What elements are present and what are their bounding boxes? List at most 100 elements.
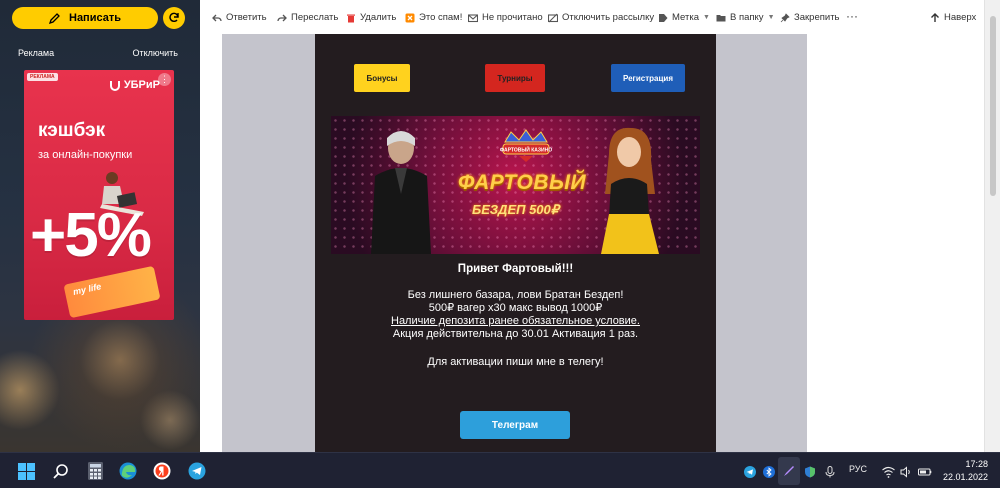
more-icon[interactable]: ⋮ bbox=[158, 73, 171, 86]
envelope-icon bbox=[468, 13, 478, 22]
reply-label: Ответить bbox=[226, 12, 267, 23]
telegram-icon bbox=[744, 466, 756, 478]
message-line: Наличие депозита ранее обязательное усло… bbox=[391, 315, 640, 327]
tray-telegram[interactable] bbox=[740, 462, 760, 482]
promo-banner[interactable]: ФАРТОВЫЙ КАЗИНО ФАРТОВЫЙ БЕЗДЕП 500₽ bbox=[331, 116, 700, 254]
message-line: Без лишнего базара, лови Братан Бездеп! bbox=[407, 289, 624, 301]
mail-toolbar: Ответить Переслать Удалить Это спам! Не … bbox=[200, 0, 984, 34]
tray-pen[interactable] bbox=[778, 457, 800, 485]
ad-subtitle: за онлайн-покупки bbox=[38, 149, 133, 161]
page-scrollbar[interactable] bbox=[984, 0, 1000, 452]
right-panel bbox=[807, 34, 984, 452]
forward-button[interactable]: Переслать bbox=[277, 12, 338, 23]
bank-logo-icon bbox=[109, 81, 120, 91]
ad-percent: +5% bbox=[30, 201, 152, 270]
card-text: my life bbox=[72, 281, 103, 297]
wifi-icon bbox=[881, 466, 895, 478]
forward-label: Переслать bbox=[291, 12, 339, 23]
ad-brand: УБРиР bbox=[109, 79, 160, 91]
banner-title: ФАРТОВЫЙ bbox=[458, 171, 587, 194]
unread-button[interactable]: Не прочитано bbox=[468, 12, 543, 23]
message-line: 500₽ вагер х30 макс вывод 1000₽ bbox=[428, 302, 603, 314]
registration-button[interactable]: Регистрация bbox=[611, 64, 685, 92]
spam-label: Это спам! bbox=[419, 12, 463, 23]
tray-battery[interactable] bbox=[915, 462, 935, 482]
unsubscribe-label: Отключить рассылку bbox=[562, 12, 655, 23]
tray-wifi[interactable] bbox=[878, 462, 898, 482]
telegram-app[interactable] bbox=[187, 461, 207, 481]
edge-icon bbox=[119, 462, 137, 480]
arrow-up-icon bbox=[931, 12, 939, 22]
windows-icon bbox=[17, 462, 35, 480]
ad-disable-link[interactable]: Отключить bbox=[133, 48, 179, 58]
microphone-icon bbox=[825, 466, 835, 478]
compose-button[interactable]: Написать bbox=[12, 7, 158, 29]
man-character-image bbox=[371, 131, 431, 254]
edge-app[interactable] bbox=[118, 461, 138, 481]
language-indicator[interactable]: РУС bbox=[849, 464, 867, 474]
spam-icon bbox=[405, 13, 415, 22]
tray-volume[interactable] bbox=[896, 462, 916, 482]
search-button[interactable] bbox=[50, 461, 70, 481]
battery-icon bbox=[918, 468, 932, 476]
compose-label: Написать bbox=[69, 12, 121, 24]
telegram-text: Для активации пиши мне в телегу! bbox=[427, 356, 604, 368]
yandex-browser-app[interactable] bbox=[152, 461, 172, 481]
calculator-app[interactable] bbox=[85, 461, 105, 481]
message-line: Акция действительна до 30.01 Активация 1… bbox=[392, 328, 639, 340]
email-body: Бонусы Турниры Регистрация ФАРТОВЫЙ КАЗИ… bbox=[315, 34, 716, 452]
email-greeting: Привет Фартовый!!! bbox=[457, 263, 574, 275]
scrollbar-thumb[interactable] bbox=[990, 16, 996, 196]
folder-icon bbox=[716, 14, 726, 21]
unread-label: Не прочитано bbox=[482, 12, 543, 23]
ad-label: Реклама bbox=[18, 48, 55, 58]
volume-icon bbox=[900, 466, 910, 478]
clock-date: 22.01.2022 bbox=[942, 472, 988, 482]
clock-time: 17:28 bbox=[965, 459, 988, 469]
windows-taskbar: РУС 17:28 22.01.2022 bbox=[0, 452, 1000, 488]
unsubscribe-button[interactable]: Отключить рассылку bbox=[548, 12, 654, 23]
tag-icon bbox=[659, 13, 668, 22]
more-button[interactable]: ··· bbox=[846, 9, 858, 23]
spam-button[interactable]: Это спам! bbox=[405, 12, 462, 23]
scroll-up-button[interactable]: Наверх bbox=[930, 12, 976, 23]
refresh-button[interactable] bbox=[163, 7, 185, 29]
start-button[interactable] bbox=[16, 461, 36, 481]
refresh-icon bbox=[169, 12, 179, 23]
label-dropdown[interactable]: Метка ▼ bbox=[658, 12, 710, 23]
pencil-icon bbox=[49, 13, 60, 24]
tray-defender[interactable] bbox=[800, 462, 820, 482]
chevron-down-icon: ▼ bbox=[703, 14, 710, 21]
trash-icon bbox=[347, 14, 355, 22]
tournaments-button[interactable]: Турниры bbox=[485, 64, 545, 92]
logo-text: ФАРТОВЫЙ КАЗИНО bbox=[500, 146, 552, 154]
up-label: Наверх bbox=[944, 12, 977, 23]
chevron-down-icon: ▼ bbox=[767, 14, 775, 21]
credit-card-image: my life bbox=[63, 265, 161, 319]
move-to-folder-dropdown[interactable]: В папку ▼ bbox=[716, 12, 775, 23]
pin-button[interactable]: Закрепить bbox=[780, 12, 840, 23]
pin-icon bbox=[780, 12, 790, 22]
folder-label: В папку bbox=[730, 12, 764, 23]
email-message: Без лишнего базара, лови Братан Бездеп! … bbox=[315, 289, 716, 341]
reply-icon bbox=[212, 14, 222, 21]
unsubscribe-icon bbox=[548, 13, 558, 22]
pin-label: Закрепить bbox=[794, 12, 840, 23]
tray-microphone[interactable] bbox=[820, 462, 840, 482]
tray-bluetooth[interactable] bbox=[759, 462, 779, 482]
reply-button[interactable]: Ответить bbox=[212, 12, 267, 23]
shield-icon bbox=[805, 466, 815, 478]
woman-character-image bbox=[601, 127, 659, 254]
calculator-icon bbox=[87, 462, 103, 480]
more-label: ··· bbox=[846, 9, 858, 23]
telegram-button[interactable]: Телеграм bbox=[460, 411, 570, 439]
ad-banner[interactable]: РЕКЛАМА УБРиР ⋮ кэшбэк за онлайн-покупки… bbox=[24, 70, 174, 320]
forward-icon bbox=[277, 14, 287, 21]
ad-brand-name: УБРиР bbox=[123, 79, 160, 91]
bonuses-button[interactable]: Бонусы bbox=[354, 64, 410, 92]
casino-logo: ФАРТОВЫЙ КАЗИНО bbox=[500, 129, 552, 162]
system-clock[interactable]: 17:28 22.01.2022 bbox=[943, 458, 988, 484]
yandex-icon bbox=[153, 462, 171, 480]
delete-button[interactable]: Удалить bbox=[346, 12, 396, 23]
banner-subtitle: БЕЗДЕП 500₽ bbox=[472, 202, 560, 217]
